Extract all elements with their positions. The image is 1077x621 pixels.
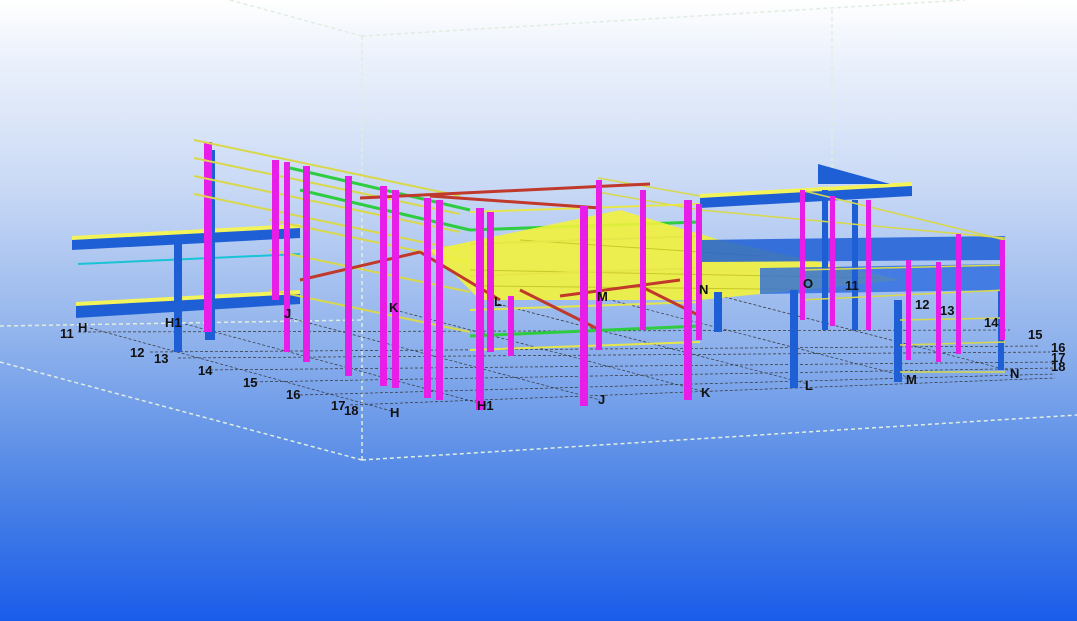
work-area-edge — [0, 361, 363, 461]
grid-label: 13 — [940, 303, 954, 318]
column[interactable] — [272, 160, 279, 300]
column[interactable] — [906, 260, 911, 360]
column[interactable] — [1000, 240, 1005, 340]
grid-label: O — [803, 276, 813, 291]
column[interactable] — [204, 142, 212, 332]
grid-label: J — [598, 392, 605, 407]
column[interactable] — [392, 190, 399, 388]
column[interactable] — [696, 204, 702, 340]
column[interactable] — [956, 234, 961, 354]
grid-label: K — [389, 300, 399, 315]
grid-label: N — [1010, 366, 1019, 381]
grid-label: 15 — [1028, 327, 1042, 342]
rail[interactable] — [193, 157, 461, 215]
brace[interactable] — [299, 250, 421, 282]
column[interactable] — [684, 200, 692, 400]
grid-label: 15 — [243, 375, 257, 390]
grid-label: K — [701, 385, 711, 400]
column[interactable] — [894, 300, 902, 382]
column[interactable] — [830, 196, 835, 326]
grid-label: 14 — [984, 315, 999, 330]
column[interactable] — [345, 176, 352, 376]
grid-label: 12 — [130, 345, 144, 360]
column[interactable] — [800, 190, 805, 320]
work-area-edge — [229, 0, 363, 37]
column[interactable] — [303, 166, 310, 362]
rail[interactable] — [193, 193, 461, 251]
column[interactable] — [640, 190, 646, 330]
grid-label: 11 — [845, 278, 859, 293]
grid-label: 12 — [915, 297, 929, 312]
model-viewport[interactable]: H H1 J K L M N O 11 12 13 14 11 12 13 14… — [0, 0, 1077, 621]
grid-label: N — [699, 282, 708, 297]
grid-label: H1 — [477, 398, 494, 413]
grid-label: 13 — [154, 351, 168, 366]
column[interactable] — [866, 200, 871, 330]
grid-label: 16 — [286, 387, 300, 402]
work-area-edge — [361, 414, 1077, 461]
column[interactable] — [508, 296, 514, 356]
column[interactable] — [436, 200, 443, 400]
rail[interactable] — [899, 341, 1006, 346]
column[interactable] — [487, 212, 494, 352]
grid-label: H — [78, 320, 87, 335]
beam[interactable] — [76, 292, 300, 318]
grid-line — [204, 361, 1056, 371]
column[interactable] — [852, 200, 858, 330]
beam[interactable] — [818, 164, 890, 184]
column[interactable] — [174, 240, 182, 352]
column[interactable] — [284, 162, 290, 352]
column[interactable] — [424, 198, 431, 398]
brace[interactable] — [359, 182, 651, 200]
grid-label: 18 — [1051, 359, 1065, 374]
work-area-edge — [361, 0, 966, 37]
grid-label: J — [284, 306, 291, 321]
grid-labels-bottom: H H1 J K L M N — [390, 366, 1019, 420]
grid-line — [602, 297, 913, 379]
grid-label: H1 — [165, 315, 182, 330]
grid-label: H — [390, 405, 399, 420]
structure-scene[interactable]: H H1 J K L M N O 11 12 13 14 11 12 13 14… — [0, 0, 1077, 621]
rail[interactable] — [193, 139, 461, 197]
grid-labels-rows-right: 15 16 17 18 — [1028, 327, 1065, 374]
rail[interactable] — [193, 175, 461, 233]
column[interactable] — [580, 206, 588, 406]
grid-label: 11 — [60, 326, 74, 341]
column[interactable] — [380, 186, 387, 386]
grid-line — [704, 291, 1016, 373]
grid-label: 18 — [344, 403, 358, 418]
column[interactable] — [476, 208, 484, 410]
grid-line — [289, 317, 601, 401]
grid-line — [249, 367, 1056, 383]
grid-label: M — [597, 289, 608, 304]
column[interactable] — [596, 180, 602, 350]
column[interactable] — [822, 190, 828, 330]
grid-label: 14 — [198, 363, 213, 378]
grid-label: M — [906, 372, 917, 387]
column[interactable] — [714, 292, 722, 332]
grid-label: L — [494, 294, 502, 309]
grid-label: L — [805, 378, 813, 393]
cyan-member[interactable] — [77, 253, 301, 265]
column[interactable] — [790, 290, 798, 388]
